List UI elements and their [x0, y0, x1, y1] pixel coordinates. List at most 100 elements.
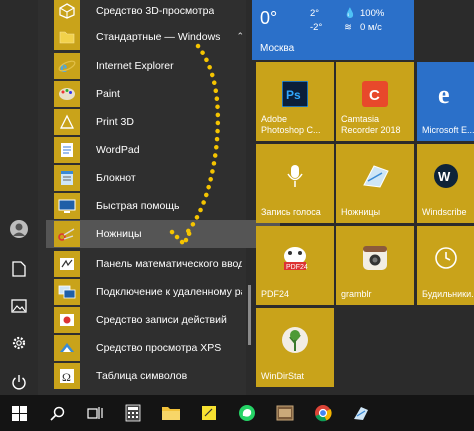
list-item-print-3d[interactable]: Print 3D: [46, 108, 242, 136]
taskbar-whatsapp[interactable]: [228, 395, 266, 431]
folder-icon: [54, 24, 80, 50]
gear-icon: [12, 336, 26, 350]
list-item-label: Ножницы: [96, 228, 142, 240]
taskbar-app-terminal[interactable]: [266, 395, 304, 431]
avatar-icon: [10, 220, 28, 238]
tile-pdf24[interactable]: PDF24 PDF24: [256, 226, 334, 305]
list-item-label: Блокнот: [96, 172, 136, 184]
list-item-xps-viewer[interactable]: Средство просмотра XPS: [46, 334, 242, 362]
app-list: Средство 3D-просмотра Стандартные — Wind…: [38, 0, 280, 395]
wordpad-icon: [54, 137, 80, 163]
weather-wind: 0 м/с: [360, 22, 382, 33]
tile-alarms[interactable]: Будильники...: [417, 226, 474, 305]
calculator-icon: [125, 404, 141, 422]
tile-camtasia[interactable]: C Camtasia Recorder 2018: [336, 62, 414, 141]
power-icon: [12, 375, 26, 390]
list-item-wordpad[interactable]: WordPad: [46, 136, 242, 164]
svg-text:e: e: [60, 59, 67, 75]
windows-logo-icon: [11, 405, 27, 421]
notepad-icon: [54, 165, 80, 191]
camtasia-icon: C: [362, 80, 388, 107]
remote-desktop-icon: [54, 279, 80, 305]
search-button[interactable]: [38, 395, 76, 431]
svg-text:C: C: [369, 87, 380, 104]
tile-photoshop[interactable]: Ps Adobe Photoshop C...: [256, 62, 334, 141]
taskbar-sticky-notes[interactable]: [190, 395, 228, 431]
start-button[interactable]: [0, 395, 38, 431]
list-item-math-input[interactable]: Панель математического ввода: [46, 250, 242, 278]
clock-icon: [434, 246, 458, 270]
list-item-character-map[interactable]: Ω Таблица символов: [46, 362, 242, 390]
svg-text:Ω: Ω: [62, 370, 71, 384]
folder-label: Стандартные — Windows: [96, 31, 221, 43]
list-item-internet-explorer[interactable]: e Internet Explorer: [46, 52, 242, 80]
list-item-label: Internet Explorer: [96, 60, 174, 72]
app-list-scrollbar[interactable]: [248, 285, 251, 345]
list-item-steps-recorder[interactable]: Средство записи действий: [46, 306, 242, 334]
list-item-label: Средство просмотра XPS: [96, 342, 222, 354]
quick-assist-icon: [54, 193, 80, 219]
internet-explorer-icon: e: [54, 53, 80, 79]
pictures-button[interactable]: [7, 294, 31, 318]
tile-label: Windscribe: [422, 207, 467, 217]
camera-icon: [362, 245, 388, 271]
list-item-quick-assist[interactable]: Быстрая помощь: [46, 192, 242, 220]
paint-icon: [54, 81, 80, 107]
xps-viewer-icon: [54, 335, 80, 361]
chevron-up-icon: ⌃: [236, 31, 244, 41]
windirstat-icon: [280, 325, 310, 355]
weather-low: -2°: [310, 22, 323, 33]
task-view-button[interactable]: [76, 395, 114, 431]
sticky-notes-icon: [202, 406, 216, 420]
tile-windirstat[interactable]: WinDirStat: [256, 308, 334, 387]
start-menu: Средство 3D-просмотра Стандартные — Wind…: [0, 0, 474, 431]
power-button[interactable]: [7, 370, 31, 394]
photoshop-icon: Ps: [282, 80, 308, 107]
taskbar-snipping[interactable]: [342, 395, 380, 431]
settings-button[interactable]: [7, 331, 31, 355]
list-item-snipping-tool[interactable]: Ножницы: [46, 220, 280, 248]
folder-icon: [162, 407, 180, 420]
start-left-rail: [0, 0, 38, 395]
taskbar-chrome[interactable]: [304, 395, 342, 431]
tile-label: Будильники...: [422, 289, 474, 299]
math-input-icon: [54, 251, 80, 277]
character-map-icon: Ω: [54, 363, 80, 389]
list-item-remote-desktop[interactable]: Подключение к удаленному раб...: [46, 278, 242, 306]
list-item-label: Paint: [96, 88, 120, 100]
list-item-3d-viewer[interactable]: Средство 3D-просмотра: [46, 0, 242, 25]
app-window-icon: [276, 405, 294, 421]
weather-high: 2°: [310, 8, 320, 19]
list-item-label: Средство 3D-просмотра: [96, 5, 215, 17]
tile-gramblr[interactable]: gramblr: [336, 226, 414, 305]
tile-label: Запись голоса: [261, 207, 321, 217]
wind-icon: ≋: [344, 22, 352, 33]
tile-label: gramblr: [341, 289, 372, 299]
user-avatar[interactable]: [7, 217, 31, 241]
documents-button[interactable]: [7, 257, 31, 281]
edge-icon: e: [435, 81, 461, 107]
list-item-label: Средство записи действий: [96, 314, 227, 326]
svg-text:e: e: [438, 81, 450, 107]
weather-humidity: 100%: [360, 8, 385, 19]
list-item-notepad[interactable]: Блокнот: [46, 164, 242, 192]
taskbar-file-explorer[interactable]: [152, 395, 190, 431]
steps-recorder-icon: [54, 307, 80, 333]
list-item-paint[interactable]: Paint: [46, 80, 242, 108]
3d-viewer-icon: [54, 0, 80, 24]
task-view-icon: [87, 407, 103, 419]
microphone-icon: [285, 163, 305, 189]
folder-accessories[interactable]: Стандартные — Windows ⌃: [46, 23, 248, 51]
weather-tile[interactable]: 0° 2° -2° 💧 100% ≋ 0 м/с Москва: [252, 0, 414, 60]
tile-voice-recorder[interactable]: Запись голоса: [256, 144, 334, 223]
list-item-label: Print 3D: [96, 116, 134, 128]
tile-edge[interactable]: e Microsoft E...: [417, 62, 474, 141]
snipping-tool-icon: [354, 407, 368, 420]
tile-snipping-tool[interactable]: Ножницы: [336, 144, 414, 223]
document-icon: [12, 261, 26, 277]
tiles-area: 0° 2° -2° 💧 100% ≋ 0 м/с Москва Ps Adobe…: [252, 0, 474, 395]
tile-label: Microsoft E...: [422, 125, 474, 135]
tile-windscribe[interactable]: W Windscribe: [417, 144, 474, 223]
taskbar-calculator[interactable]: [114, 395, 152, 431]
tile-label: PDF24: [261, 289, 290, 299]
